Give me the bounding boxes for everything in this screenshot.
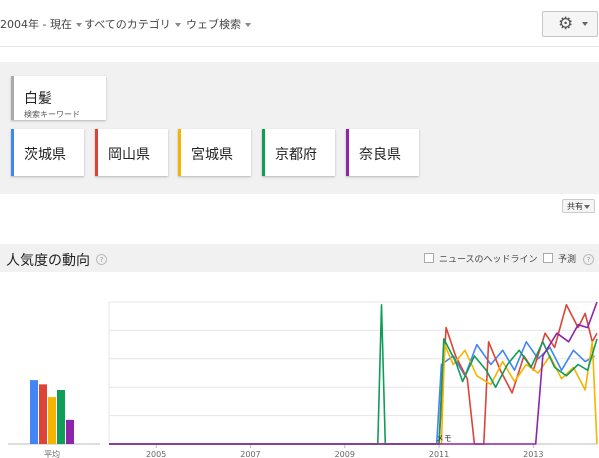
x-tick-label: 2013 [523, 450, 543, 458]
chevron-down-icon [174, 23, 181, 27]
share-button[interactable]: 共有 [562, 199, 595, 213]
x-tick-label: 2011 [429, 450, 449, 458]
keyword-panel: 白髪 検索キーワード 茨城県 岡山県 宮城県 京都府 奈良県 [0, 62, 599, 194]
region-label: 京都府 [275, 147, 317, 163]
region-label: 奈良県 [359, 147, 401, 163]
category-dropdown[interactable]: すべてのカテゴリ [84, 16, 181, 32]
average-bar [39, 384, 47, 444]
average-bar [30, 380, 38, 444]
chevron-down-icon [245, 23, 251, 27]
region-color-bar [346, 129, 349, 176]
x-tick-label: 2007 [240, 450, 260, 458]
region-label: 宮城県 [191, 147, 233, 163]
gear-icon: ⚙ [558, 14, 574, 34]
series-line [109, 303, 598, 445]
region-card[interactable]: 京都府 [262, 129, 335, 176]
forecast-checkbox[interactable] [543, 253, 553, 263]
x-tick-label: 2009 [335, 450, 355, 458]
forecast-label: 予測 [558, 255, 577, 265]
average-bar [66, 419, 74, 444]
keyword-color-bar [11, 76, 14, 120]
region-color-bar [11, 129, 14, 176]
region-color-bar [262, 129, 265, 176]
trend-header: 人気度の動向 ? ニュースのヘッドライン 予測 ? [0, 244, 599, 272]
x-tick-label: 2005 [146, 450, 166, 458]
date-range-label: 2004年 - 現在 [0, 18, 72, 31]
date-range-dropdown[interactable]: 2004年 - 現在 [0, 16, 82, 32]
help-icon[interactable]: ? [96, 254, 107, 265]
series-line [109, 301, 598, 445]
share-label: 共有 [567, 202, 583, 211]
search-type-dropdown[interactable]: ウェブ検索 [186, 16, 251, 32]
forecast-help-icon[interactable]: ? [583, 254, 594, 265]
keyword-card[interactable]: 白髪 検索キーワード [11, 76, 106, 120]
average-label: 平均 [44, 449, 60, 458]
region-card[interactable]: 宮城県 [178, 129, 251, 176]
chevron-down-icon [75, 23, 82, 27]
region-label: 茨城県 [24, 147, 66, 163]
region-card[interactable]: 茨城県 [11, 129, 84, 176]
region-color-bar [178, 129, 181, 176]
region-label: 岡山県 [108, 147, 150, 163]
news-headlines-label: ニュースのヘッドライン [439, 255, 538, 265]
average-bar [48, 397, 56, 444]
category-label: すべてのカテゴリ [84, 18, 171, 31]
average-bar [57, 390, 65, 444]
search-type-label: ウェブ検索 [186, 18, 241, 31]
annotation-label: メモ [436, 434, 452, 443]
keyword-term: 白髪 [24, 91, 52, 107]
settings-button[interactable]: ⚙ [542, 11, 598, 37]
chevron-down-icon [584, 205, 590, 209]
interest-over-time-chart: 2005 2007 2009 2011 2013 メモ平均 [8, 301, 598, 458]
region-color-bar [95, 129, 98, 176]
top-filter-bar: 2004年 - 現在 すべてのカテゴリ ウェブ検索 ⚙ [0, 0, 599, 47]
region-card[interactable]: 奈良県 [346, 129, 419, 176]
region-card[interactable]: 岡山県 [95, 129, 168, 176]
keyword-subtitle: 検索キーワード [24, 110, 80, 119]
series-line [109, 340, 596, 445]
series-line [109, 303, 598, 445]
trend-title: 人気度の動向 [6, 253, 90, 269]
news-headlines-checkbox[interactable] [424, 253, 434, 263]
chevron-down-icon [582, 22, 588, 26]
